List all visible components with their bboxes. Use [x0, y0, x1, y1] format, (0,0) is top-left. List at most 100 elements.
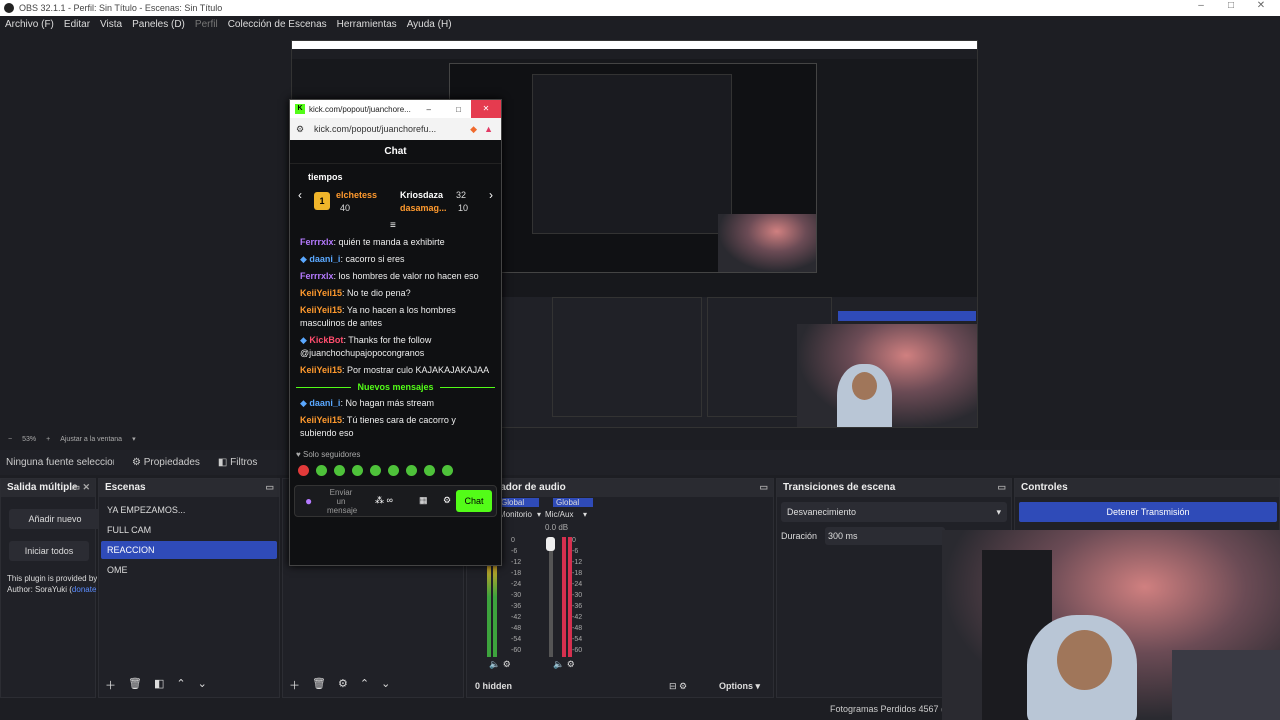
emote-picker-icon[interactable]: ⁂ ∞ [375, 495, 393, 506]
chat-username[interactable]: KeiiYeii15 [300, 415, 342, 425]
scene-list: YA EMPEZAMOS... FULL CAM REACCION OME [99, 497, 279, 579]
brave-rewards-icon[interactable]: ▲ [484, 124, 493, 134]
start-all-button[interactable]: Iniciar todos [9, 541, 89, 561]
filters-button[interactable]: ◧ Filtros [218, 457, 257, 468]
chat-username[interactable]: KeiiYeii15 [300, 365, 342, 375]
add-output-button[interactable]: Añadir nuevo [9, 509, 101, 529]
maximize-button[interactable]: □ [456, 105, 461, 114]
chat-username[interactable]: daani_i [309, 398, 340, 408]
send-chat-button[interactable]: Chat [456, 490, 492, 512]
chat-username[interactable]: Ferrrxlx [300, 237, 334, 247]
chevron-down-icon[interactable]: ▾ [583, 510, 587, 519]
volume-slider-track[interactable] [549, 537, 553, 657]
emote-icon[interactable] [424, 465, 435, 476]
mic-icon[interactable]: ● [305, 494, 312, 508]
arrow-down-icon[interactable]: ⌄ [381, 677, 390, 693]
donate-link[interactable]: donate [72, 585, 96, 594]
emote-icon[interactable] [352, 465, 363, 476]
scene-item[interactable]: YA EMPEZAMOS... [101, 501, 277, 519]
site-settings-icon[interactable]: ⚙ [296, 124, 304, 135]
nested-preview-inner [449, 63, 817, 273]
emote-icon[interactable] [442, 465, 453, 476]
chat-input-row: ● Enviar un mensaje ⁂ ∞ ▦ ⚙ Chat [294, 485, 497, 517]
zoom-fit[interactable]: Ajustar a la ventana [60, 436, 122, 443]
float-icon[interactable]: ▭ [997, 482, 1006, 493]
zoom-in-button[interactable]: + [46, 436, 50, 443]
chevron-right-icon[interactable]: › [489, 188, 493, 202]
menu-editar[interactable]: Editar [59, 19, 95, 30]
brave-shield-icon[interactable]: ◆ [470, 124, 477, 135]
emote-icon[interactable] [316, 465, 327, 476]
chevron-left-icon[interactable]: ‹ [298, 188, 302, 202]
menu-archivo[interactable]: Archivo (F) [0, 19, 59, 30]
volume-slider-handle[interactable] [546, 537, 555, 551]
chat-text: : Por mostrar culo KAJAKAJAKAJAA [342, 365, 490, 375]
options-button[interactable]: Options ▾ [719, 681, 760, 692]
arrow-down-icon[interactable]: ⌄ [198, 677, 207, 693]
collapse-icon[interactable]: ≡ [390, 220, 396, 231]
chat-username[interactable]: KeiiYeii15 [300, 288, 342, 298]
emote-icon[interactable] [298, 465, 309, 476]
zoom-out-button[interactable]: − [8, 436, 12, 443]
close-button[interactable]: ✕ [1246, 0, 1276, 16]
trash-icon[interactable]: 🗑 [312, 677, 326, 693]
dock-title: Salida múltiple [7, 482, 78, 493]
float-icon[interactable]: ▭ [759, 482, 768, 493]
add-icon[interactable]: ＋ [289, 677, 300, 693]
heart-icon: ♥ [296, 450, 303, 459]
filter-icon[interactable]: ◧ [154, 677, 164, 693]
trash-icon[interactable]: 🗑 [128, 677, 142, 693]
arrow-up-icon[interactable]: ⌃ [176, 677, 185, 693]
gift-icon[interactable]: ▦ [419, 495, 428, 506]
leader-name: dasamag... [400, 203, 447, 213]
chat-username[interactable]: KeiiYeii15 [300, 305, 342, 315]
chat-username[interactable]: Ferrrxlx [300, 271, 334, 281]
minimize-button[interactable]: – [1186, 0, 1216, 16]
gear-icon[interactable]: ⚙ [443, 495, 451, 506]
db-tick: -6 [572, 548, 579, 555]
arrow-up-icon[interactable]: ⌃ [360, 677, 369, 693]
menu-coleccion[interactable]: Colección de Escenas [223, 19, 332, 30]
gear-icon[interactable]: ⚙ [338, 677, 348, 693]
chat-username[interactable]: daani_i [309, 254, 340, 264]
nested-webcam [797, 324, 977, 427]
menu-paneles[interactable]: Paneles (D) [127, 19, 190, 30]
popup-urlbar: ⚙ kick.com/popout/juanchorefu... ◆ ▲ [290, 118, 501, 140]
menu-ayuda[interactable]: Ayuda (H) [402, 19, 457, 30]
scenes-dock: Escenas ▭ YA EMPEZAMOS... FULL CAM REACCI… [98, 478, 280, 698]
chat-message: ◆ daani_i: cacorro si eres [290, 251, 501, 268]
stop-stream-button[interactable]: Detener Transmisión [1019, 502, 1277, 522]
db-scale: 0 -6 -12 -18 -24 -30 -36 -42 -48 -54 -60 [572, 535, 582, 656]
zoom-level: 53% [22, 435, 37, 443]
popup-url[interactable]: kick.com/popout/juanchorefu... [314, 124, 436, 134]
chat-username[interactable]: KickBot [309, 335, 343, 345]
transition-select[interactable]: Desvanecimiento ▾ [781, 502, 1007, 522]
scene-item[interactable]: FULL CAM [101, 521, 277, 539]
menu-herramientas[interactable]: Herramientas [332, 19, 402, 30]
float-close-icon[interactable]: ▭ ✕ [71, 482, 90, 493]
emote-icon[interactable] [334, 465, 345, 476]
emote-icon[interactable] [388, 465, 399, 476]
chevron-down-icon[interactable]: ▾ [132, 435, 136, 443]
mixer-layout-icon[interactable]: ⊟ ⚙ [669, 681, 687, 692]
speaker-icon[interactable]: 🔈 ⚙ [489, 659, 511, 670]
speaker-icon[interactable]: 🔈 ⚙ [553, 659, 575, 670]
menu-vista[interactable]: Vista [95, 19, 127, 30]
hidden-count: 0 hidden [475, 681, 513, 691]
duration-input[interactable]: 300 ms [825, 527, 945, 545]
maximize-button[interactable]: □ [1216, 0, 1246, 16]
scene-item-selected[interactable]: REACCION [101, 541, 277, 559]
properties-button[interactable]: ⚙ Propiedades [132, 457, 200, 468]
chevron-down-icon[interactable]: ▾ [537, 510, 541, 519]
minimize-button[interactable]: – [427, 105, 431, 114]
menu-perfil[interactable]: Perfil [190, 19, 223, 30]
emote-icon[interactable] [370, 465, 381, 476]
chat-input[interactable]: Enviar un mensaje [327, 488, 357, 515]
scene-item[interactable]: OME [101, 561, 277, 579]
float-icon[interactable]: ▭ [265, 482, 274, 493]
add-icon[interactable]: ＋ [105, 677, 116, 693]
emote-icon[interactable] [406, 465, 417, 476]
close-button[interactable]: ✕ [471, 100, 501, 118]
leader-count: 32 [456, 190, 467, 200]
leaderboard: ‹ › 1 elchetess 40 Kriosdaza 32 dasamag.… [290, 182, 501, 234]
